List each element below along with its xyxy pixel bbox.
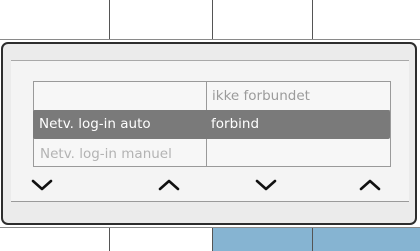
dialog-header: [11, 45, 409, 61]
list-row[interactable]: ikke forbundet: [34, 82, 390, 111]
softkey-up-2[interactable]: [350, 174, 390, 196]
row-label: Netv. log-in manuel: [40, 146, 172, 162]
bottom-menu-cell-2[interactable]: [110, 228, 213, 251]
top-menu-cell-2[interactable]: [110, 0, 213, 39]
top-menu-bar: [0, 0, 420, 40]
chevron-up-icon: [158, 179, 180, 191]
chevron-down-icon: [31, 179, 53, 191]
softkey-down-1[interactable]: [22, 174, 62, 196]
softkey-down-2[interactable]: [246, 174, 286, 196]
row-status: ikke forbundet: [212, 88, 310, 104]
top-menu-cell-1[interactable]: [0, 0, 110, 39]
row-label: Netv. log-in auto: [39, 116, 151, 132]
bottom-menu-cell-1[interactable]: [0, 228, 110, 251]
row-status: forbind: [211, 116, 260, 132]
chevron-down-icon: [255, 179, 277, 191]
bottom-menu-bar: [0, 227, 420, 251]
network-login-dialog: ikke forbundet Netv. log-in auto forbind…: [1, 42, 417, 225]
chevron-up-icon: [359, 179, 381, 191]
softkey-up-1[interactable]: [149, 174, 189, 196]
bottom-menu-cell-3[interactable]: [213, 228, 313, 251]
top-menu-cell-3[interactable]: [213, 0, 313, 39]
list-row-selected[interactable]: Netv. log-in auto forbind: [33, 110, 390, 139]
list-row[interactable]: Netv. log-in manuel: [34, 140, 390, 168]
dialog-body: ikke forbundet Netv. log-in auto forbind…: [11, 61, 409, 202]
top-menu-cell-4[interactable]: [313, 0, 420, 39]
bottom-menu-cell-4[interactable]: [313, 228, 420, 251]
network-login-list: ikke forbundet Netv. log-in auto forbind…: [33, 81, 391, 167]
